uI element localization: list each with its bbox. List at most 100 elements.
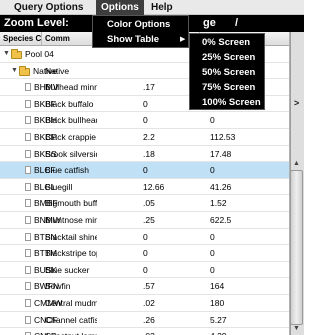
document-icon — [25, 132, 31, 141]
table-row[interactable]: BWFN Bowfin .57 164 — [0, 278, 289, 295]
table-row[interactable]: BKBH Black bullhead 0 0 — [0, 112, 289, 129]
expand-arrow-icon[interactable]: > — [294, 98, 299, 108]
table-row[interactable]: CMMWCentral mudmin.02180 — [0, 295, 289, 312]
tree-toggle-icon[interactable]: ▼ — [3, 46, 10, 62]
table-row[interactable]: BLGL Bluegill 12.66 41.26 — [0, 179, 289, 196]
document-icon — [25, 166, 31, 175]
document-icon — [25, 282, 31, 291]
value-2-cell: 0 — [210, 165, 215, 176]
value-2-cell: 4.29 — [210, 328, 280, 335]
value-2-cell: 0 — [210, 115, 215, 126]
document-icon — [25, 199, 31, 208]
document-icon — [25, 182, 31, 191]
common-name-cell: Bluegill — [45, 181, 73, 192]
common-name-cell: Bigmouth buffal — [45, 198, 97, 209]
group-value: Native — [45, 65, 70, 76]
table-row[interactable]: BNMWBluntnose minno.25622.5 — [0, 212, 289, 229]
value-2-cell: 0 — [210, 248, 215, 259]
scroll-down-icon[interactable]: ▼ — [290, 325, 303, 335]
pool-label: Pool 04 — [25, 49, 54, 59]
value-1-cell: .18 — [143, 148, 155, 159]
table-row[interactable]: BKCP Black crappie 2.2 112.53 — [0, 129, 289, 146]
scroll-up-icon[interactable]: ▲ — [290, 160, 303, 170]
document-icon — [25, 116, 31, 125]
value-1-cell: 12.66 — [143, 181, 165, 192]
menu-item-screen-100[interactable]: 100% Screen — [202, 95, 261, 110]
table-row[interactable]: BUSK Blue sucker 0 0 — [0, 262, 289, 279]
vertical-scrollbar-thumb[interactable] — [290, 170, 303, 325]
common-name-cell: Bowfin — [45, 281, 71, 292]
value-2-cell: 41.26 — [210, 181, 232, 192]
document-icon — [25, 99, 31, 108]
value-2-cell: 112.53 — [210, 131, 236, 142]
folder-icon — [11, 49, 22, 59]
value-1-cell: 0 — [143, 248, 148, 259]
table-row[interactable]: BMBFBigmouth buffal.051.52 — [0, 195, 289, 212]
common-name-cell: Bluntnose minno — [45, 214, 97, 225]
value-2-cell: 0 — [210, 264, 215, 275]
menu-item-screen-50[interactable]: 50% Screen — [202, 65, 255, 80]
menu-options[interactable]: Options — [96, 0, 144, 15]
common-name-cell: Blacktail shiner — [45, 231, 97, 242]
value-1-cell: 0 — [143, 264, 148, 275]
document-icon — [25, 249, 31, 258]
zoom-level-link-tail[interactable]: ge — [203, 16, 216, 31]
value-2-cell: 164 — [210, 281, 225, 292]
value-1-cell: .57 — [143, 281, 155, 292]
species-rows: BHMVBullhead minno.170BKBFBlack buffalo0… — [0, 79, 289, 335]
document-icon — [25, 215, 31, 224]
document-icon — [25, 298, 31, 307]
menu-item-screen-75[interactable]: 75% Screen — [202, 80, 255, 95]
menu-item-show-table[interactable]: Show Table — [107, 33, 159, 47]
value-2-cell: 180 — [210, 297, 225, 308]
options-dropdown: Color Options Show Table ▶ — [92, 15, 189, 48]
common-name-cell: Black buffalo — [45, 98, 94, 109]
value-1-cell: .25 — [143, 214, 155, 225]
table-row[interactable]: BTSN Blacktail shiner 0 0 — [0, 229, 289, 246]
menu-query-options[interactable]: Query Options — [9, 0, 88, 15]
menu-item-screen-25[interactable]: 25% Screen — [202, 50, 255, 65]
common-name-cell: Chestnut lampre — [45, 328, 97, 335]
document-icon — [25, 315, 31, 324]
menu-help[interactable]: Help — [146, 0, 178, 15]
table-row[interactable]: CNLPChestnut lampre.034.29 — [0, 328, 289, 335]
common-name-cell: Blue catfish — [45, 165, 89, 176]
common-name-cell: Black crappie — [45, 131, 97, 142]
common-name-cell: Central mudmin — [45, 297, 97, 308]
document-icon — [25, 265, 31, 274]
show-table-submenu: 0% Screen 25% Screen 50% Screen 75% Scre… — [189, 33, 265, 110]
zoom-separator: / — [235, 17, 239, 29]
value-1-cell: 0 — [143, 165, 148, 176]
common-name-cell: Bullhead minno — [45, 82, 97, 93]
table-row[interactable]: BLCF Blue catfish 0 0 — [0, 162, 289, 179]
column-header-species-code[interactable]: Species C... — [0, 32, 42, 46]
menu-item-color-options[interactable]: Color Options — [107, 18, 170, 32]
common-name-cell: Blackstripe topm — [45, 248, 97, 259]
value-2-cell: 5.27 — [210, 314, 227, 325]
value-2-cell: 0 — [210, 231, 215, 242]
document-icon — [25, 149, 31, 158]
table-row[interactable]: BKSSBrook silverside.1817.48 — [0, 146, 289, 163]
menu-bar: Query Options Options Help — [0, 0, 304, 15]
zoom-label: Zoom Level: — [4, 17, 69, 29]
value-1-cell: 0 — [143, 115, 148, 126]
tree-toggle-icon[interactable]: ▼ — [11, 63, 18, 79]
value-2-cell: 622.5 — [210, 214, 232, 225]
submenu-arrow-icon: ▶ — [180, 36, 186, 43]
value-1-cell: .02 — [143, 297, 155, 308]
value-2-cell: 17.48 — [210, 148, 232, 159]
document-icon — [25, 83, 31, 92]
document-icon — [25, 232, 31, 241]
value-2-cell: 1.52 — [210, 198, 227, 209]
value-1-cell: .03 — [143, 328, 199, 335]
value-1-cell: .05 — [143, 198, 155, 209]
common-name-cell: Black bullhead — [45, 115, 97, 126]
menu-item-screen-0[interactable]: 0% Screen — [202, 35, 250, 50]
value-1-cell: 2.2 — [143, 131, 155, 142]
value-1-cell: .26 — [143, 314, 155, 325]
table-row[interactable]: BTTMBlackstripe topm00 — [0, 245, 289, 262]
common-name-cell: Blue sucker — [45, 264, 90, 275]
table-row[interactable]: CNCFChannel catfish.265.27 — [0, 312, 289, 329]
value-1-cell: 0 — [143, 231, 148, 242]
common-name-cell: Channel catfish — [45, 314, 97, 325]
